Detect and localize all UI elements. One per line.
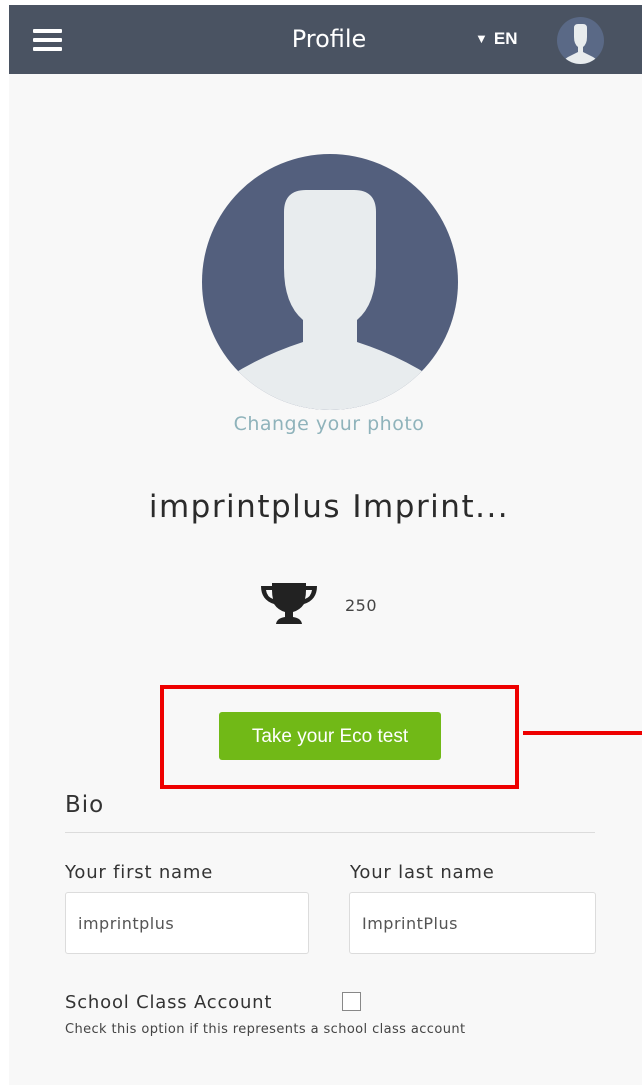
first-name-label: Your first name xyxy=(65,862,214,883)
change-photo-link[interactable]: Change your photo xyxy=(129,411,529,437)
profile-page: Profile ▼ EN Change your photo imprintplu… xyxy=(9,5,642,1085)
school-class-help-text: Check this option if this represents a s… xyxy=(65,1022,466,1037)
user-silhouette-icon xyxy=(224,190,436,410)
page-title: Profile xyxy=(291,25,367,53)
language-selector[interactable]: ▼ EN xyxy=(475,29,518,49)
profile-photo[interactable] xyxy=(202,154,458,410)
bio-section-title: Bio xyxy=(65,792,105,818)
trophy-icon xyxy=(261,583,317,624)
top-bar: Profile ▼ EN xyxy=(9,5,642,74)
school-class-label: School Class Account xyxy=(65,992,273,1013)
last-name-label: Your last name xyxy=(350,862,495,883)
hamburger-menu-icon[interactable] xyxy=(33,29,62,51)
last-name-field[interactable] xyxy=(349,892,596,954)
first-name-field[interactable] xyxy=(65,892,309,954)
language-code: EN xyxy=(493,29,518,48)
caret-down-icon: ▼ xyxy=(475,31,488,46)
take-eco-test-button[interactable]: Take your Eco test xyxy=(219,712,441,760)
profile-display-name: imprintplus Imprint... xyxy=(148,489,510,525)
school-class-checkbox[interactable] xyxy=(342,992,361,1011)
highlight-connector-line xyxy=(523,731,642,735)
user-avatar-icon[interactable] xyxy=(557,17,604,64)
section-divider xyxy=(65,832,595,833)
points-value: 250 xyxy=(345,596,378,615)
